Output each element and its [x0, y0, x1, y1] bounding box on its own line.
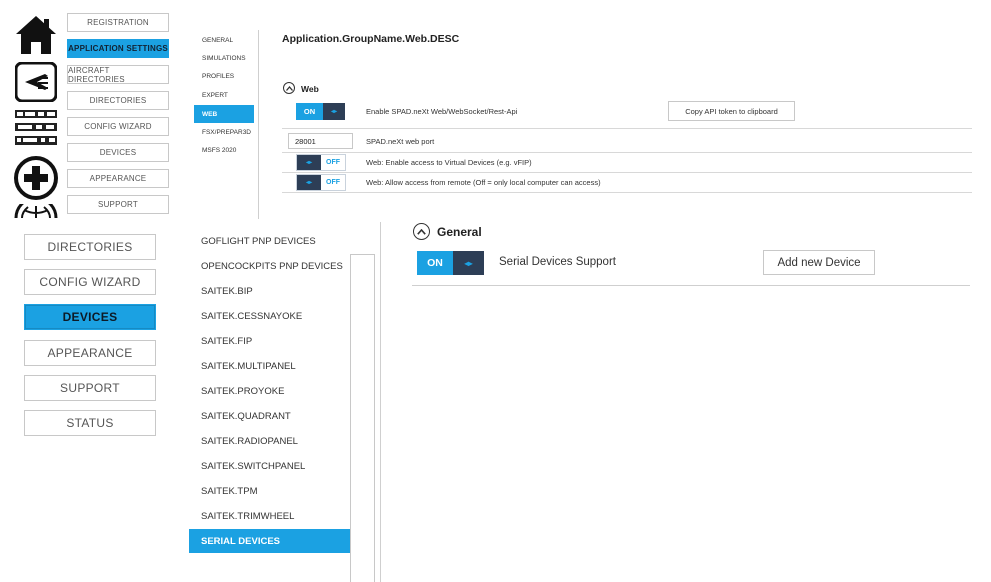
serial-devices-toggle[interactable]: ON ◂▸: [417, 251, 484, 275]
web-enable-label: Enable SPAD.neXt Web/WebSocket/Rest-Api: [366, 107, 518, 116]
nav-registration[interactable]: REGISTRATION: [67, 13, 169, 32]
device-goflight-pnp[interactable]: GOFLIGHT PNP DEVICES: [189, 229, 350, 253]
nav-directories[interactable]: DIRECTORIES: [24, 234, 156, 260]
web-enable-toggle[interactable]: ON ◂▸: [296, 103, 345, 120]
device-saitek-tpm[interactable]: SAITEK.TPM: [189, 479, 350, 503]
bottom-divider: [380, 222, 381, 582]
row-divider: [282, 152, 972, 153]
row-divider: [282, 172, 972, 173]
web-port-input[interactable]: 28001: [288, 133, 353, 149]
nav-directories[interactable]: DIRECTORIES: [67, 91, 169, 110]
chevron-up-icon: [285, 85, 293, 91]
page-title: Application.GroupName.Web.DESC: [282, 33, 460, 45]
nav-support[interactable]: SUPPORT: [67, 195, 169, 214]
virtual-devices-label: Web: Enable access to Virtual Devices (e…: [366, 158, 532, 167]
plus-circle-icon[interactable]: [14, 156, 58, 200]
collapse-web-button[interactable]: [283, 82, 295, 94]
globe-icon[interactable]: [14, 204, 58, 218]
subnav-expert[interactable]: EXPERT: [194, 87, 254, 104]
nav-status[interactable]: STATUS: [24, 410, 156, 436]
device-saitek-proyoke[interactable]: SAITEK.PROYOKE: [189, 379, 350, 403]
subnav-msfs-2020[interactable]: MSFS 2020: [194, 142, 254, 159]
serial-devices-label: Serial Devices Support: [499, 256, 616, 268]
nav-appearance[interactable]: APPEARANCE: [67, 169, 169, 188]
nav-devices[interactable]: DEVICES: [67, 143, 169, 162]
subnav-web[interactable]: WEB: [194, 105, 254, 123]
subnav-simulations[interactable]: SIMULATIONS: [194, 50, 254, 67]
copy-api-token-button[interactable]: Copy API token to clipboard: [668, 101, 795, 121]
collapse-general-button[interactable]: [413, 223, 430, 240]
device-saitek-radiopanel[interactable]: SAITEK.RADIOPANEL: [189, 429, 350, 453]
nav-config-wizard[interactable]: CONFIG WIZARD: [24, 269, 156, 295]
arrows-icon: ◂▸: [323, 103, 345, 120]
toggle-state-label: ON: [296, 103, 323, 120]
chevron-up-icon: [417, 228, 426, 235]
virtual-devices-toggle[interactable]: ◂▸ OFF: [296, 154, 346, 171]
web-port-label: SPAD.neXt web port: [366, 137, 435, 146]
remote-access-toggle[interactable]: ◂▸ OFF: [296, 174, 346, 191]
add-new-device-button[interactable]: Add new Device: [763, 250, 875, 275]
home-icon[interactable]: [14, 14, 58, 56]
device-saitek-quadrant[interactable]: SAITEK.QUADRANT: [189, 404, 350, 428]
toggle-state-label: OFF: [321, 175, 345, 190]
device-list-scrollbar[interactable]: [350, 254, 375, 582]
remote-access-label: Web: Allow access from remote (Off = onl…: [366, 178, 601, 187]
nav-aircraft-directories[interactable]: AIRCRAFT DIRECTORIES: [67, 65, 169, 84]
device-opencockpits-pnp[interactable]: OPENCOCKPITS PNP DEVICES: [189, 254, 350, 278]
device-saitek-cessnayoke[interactable]: SAITEK.CESSNAYOKE: [189, 304, 350, 328]
nav-devices[interactable]: DEVICES: [24, 304, 156, 330]
top-divider: [258, 30, 259, 220]
nav-support[interactable]: SUPPORT: [24, 375, 156, 401]
toggle-state-label: ON: [417, 251, 453, 275]
device-serial-devices[interactable]: SERIAL DEVICES: [189, 529, 350, 553]
panel-device-icon[interactable]: [14, 108, 58, 148]
section-divider: [412, 285, 970, 286]
toggle-state-label: OFF: [321, 155, 345, 170]
device-saitek-fip[interactable]: SAITEK.FIP: [189, 329, 350, 353]
web-section-title: Web: [301, 84, 319, 94]
row-divider: [282, 128, 972, 129]
subnav-profiles[interactable]: PROFILES: [194, 68, 254, 85]
nav-config-wizard[interactable]: CONFIG WIZARD: [67, 117, 169, 136]
device-saitek-trimwheel[interactable]: SAITEK.TRIMWHEEL: [189, 504, 350, 528]
subnav-general[interactable]: GENERAL: [194, 32, 254, 49]
nav-appearance[interactable]: APPEARANCE: [24, 340, 156, 366]
row-divider: [282, 192, 972, 193]
arrows-icon: ◂▸: [297, 175, 321, 190]
nav-application-settings[interactable]: APPLICATION SETTINGS: [67, 39, 169, 58]
device-saitek-multipanel[interactable]: SAITEK.MULTIPANEL: [189, 354, 350, 378]
arrows-icon: ◂▸: [297, 155, 321, 170]
device-saitek-switchpanel[interactable]: SAITEK.SWITCHPANEL: [189, 454, 350, 478]
subnav-fsx-prepar3d[interactable]: FSX/PREPAR3D: [194, 124, 254, 141]
general-section-title: General: [437, 225, 482, 239]
arrows-icon: ◂▸: [453, 251, 484, 275]
device-saitek-bip[interactable]: SAITEK.BIP: [189, 279, 350, 303]
aircraft-icon[interactable]: [15, 62, 57, 102]
